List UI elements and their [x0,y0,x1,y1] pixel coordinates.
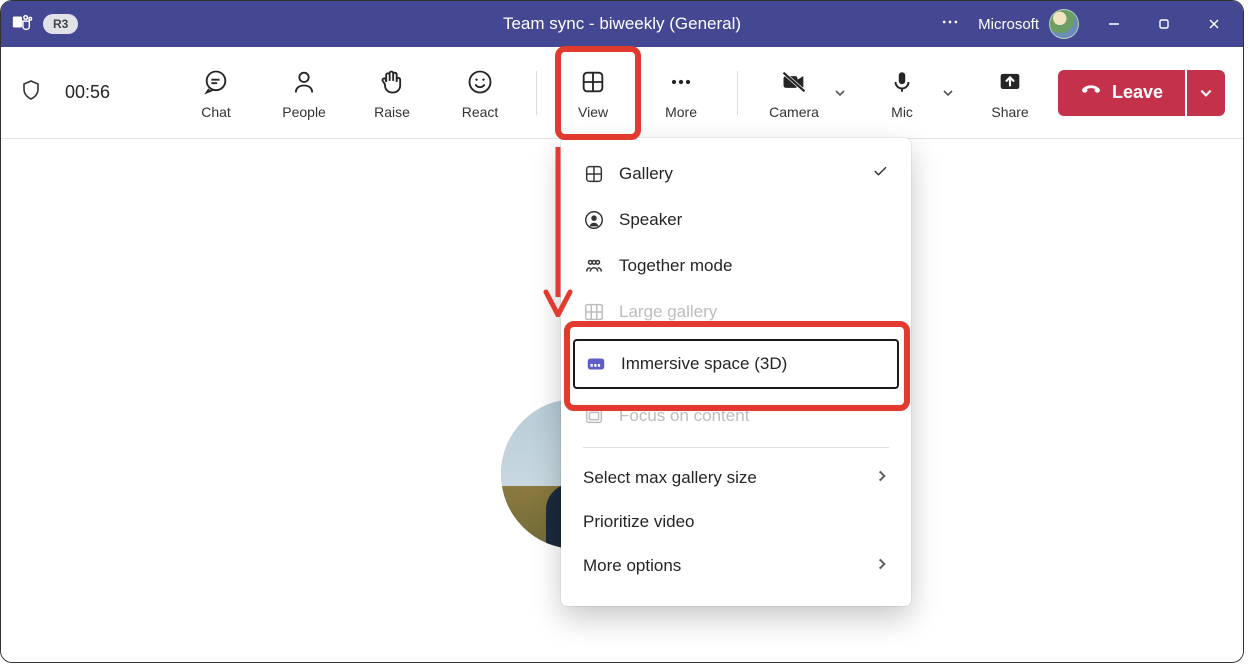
speaker-label: Speaker [619,210,682,230]
more-icon [667,68,695,96]
view-option-speaker[interactable]: Speaker [561,197,911,243]
camera-label: Camera [769,104,819,120]
react-icon [466,68,494,96]
view-option-max-gallery[interactable]: Select max gallery size [561,456,911,500]
together-label: Together mode [619,256,732,276]
hangup-icon [1080,79,1102,106]
view-menu: Gallery Speaker Together mode Large gall… [561,138,911,606]
window-maximize-button[interactable] [1141,7,1187,41]
leave-caret[interactable] [1187,70,1225,116]
camera-off-icon [780,68,808,96]
more-label: More [665,104,697,120]
prioritize-label: Prioritize video [583,512,695,532]
people-label: People [282,104,326,120]
chat-button[interactable]: Chat [180,62,252,124]
meeting-toolbar: 00:56 Chat People Raise [1,47,1243,139]
large-gallery-label: Large gallery [619,302,717,322]
people-icon [290,68,318,96]
mic-caret[interactable] [938,63,958,123]
together-icon [583,255,605,277]
view-option-focus: Focus on content [561,393,911,439]
more-button[interactable]: More [645,62,717,124]
react-button[interactable]: React [444,62,516,124]
leave-label: Leave [1112,82,1163,103]
raise-hand-button[interactable]: Raise [356,62,428,124]
view-label: View [578,104,608,120]
view-option-together[interactable]: Together mode [561,243,911,289]
chat-icon [202,68,230,96]
raise-label: Raise [374,104,410,120]
large-gallery-icon [583,301,605,323]
view-option-prioritize-video[interactable]: Prioritize video [561,500,911,544]
view-option-large-gallery: Large gallery [561,289,911,335]
mic-label: Mic [891,104,913,120]
speaker-icon [583,209,605,231]
share-button[interactable]: Share [974,62,1046,124]
immersive-label: Immersive space (3D) [621,354,787,374]
more-options-label: More options [583,556,681,576]
toolbar-separator [536,71,537,115]
raise-hand-icon [378,68,406,96]
leave-button[interactable]: Leave [1058,70,1185,116]
titlebar: T R3 Team sync - biweekly (General) Micr… [1,1,1243,47]
immersive-icon [585,353,607,375]
chevron-right-icon [875,468,889,488]
share-icon [996,68,1024,96]
ring-badge: R3 [43,14,78,34]
max-gallery-label: Select max gallery size [583,468,757,488]
view-button[interactable]: View [557,62,629,124]
share-label: Share [991,104,1028,120]
teams-logo-icon: T [11,11,33,38]
user-avatar[interactable] [1049,9,1079,39]
window-minimize-button[interactable] [1091,7,1137,41]
gallery-label: Gallery [619,164,673,184]
focus-label: Focus on content [619,406,749,426]
view-option-more-options[interactable]: More options [561,544,911,588]
window-title: Team sync - biweekly (General) [503,14,741,34]
check-icon [871,162,889,185]
view-option-gallery[interactable]: Gallery [561,150,911,197]
titlebar-more-button[interactable] [930,6,970,43]
mic-button[interactable]: Mic [866,62,938,124]
camera-caret[interactable] [830,63,850,123]
call-timer: 00:56 [65,82,110,103]
camera-button[interactable]: Camera [758,62,830,124]
brand-label: Microsoft [978,16,1039,33]
mic-icon [888,68,916,96]
teams-window: T R3 Team sync - biweekly (General) Micr… [0,0,1244,663]
focus-icon [583,405,605,427]
view-icon [579,68,607,96]
shield-icon[interactable] [19,78,43,107]
menu-separator [583,447,889,448]
gallery-icon [583,163,605,185]
chevron-right-icon [875,556,889,576]
chat-label: Chat [201,104,231,120]
window-close-button[interactable] [1191,7,1237,41]
app-logo-area: T R3 [11,11,78,38]
toolbar-separator [737,71,738,115]
people-button[interactable]: People [268,62,340,124]
svg-text:T: T [15,18,20,27]
active-indicator [571,134,615,137]
react-label: React [462,104,499,120]
view-option-immersive[interactable]: Immersive space (3D) [573,339,899,389]
